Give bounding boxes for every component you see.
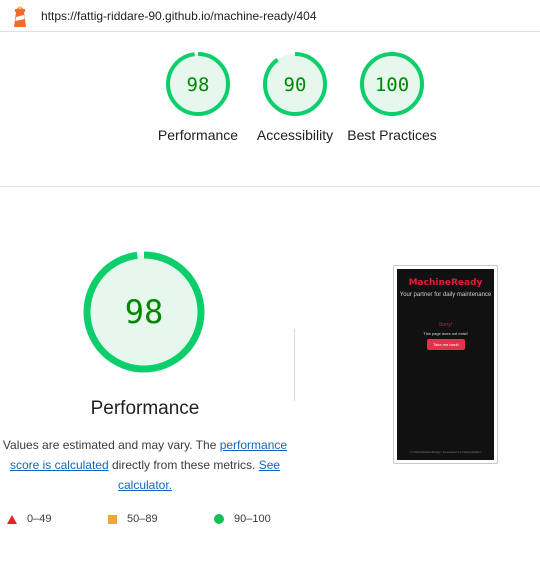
thumbnail-brand: MachineReady bbox=[408, 278, 483, 288]
best-practices-label: Best Practices bbox=[347, 127, 437, 143]
score-legend: 0–49 50–89 90–100 bbox=[0, 512, 290, 528]
performance-section: 98 Performance Values are estimated and … bbox=[0, 187, 540, 565]
lighthouse-icon bbox=[10, 4, 30, 28]
performance-gauge-ring: 98 bbox=[166, 52, 230, 116]
red-triangle-icon bbox=[7, 514, 17, 524]
performance-label: Performance bbox=[157, 127, 239, 143]
best-practices-score: 100 bbox=[375, 74, 409, 96]
accessibility-gauge-ring: 90 bbox=[263, 52, 327, 116]
legend-pass-label: 90–100 bbox=[234, 513, 271, 525]
thumbnail-page: MachineReady Your partner for daily main… bbox=[397, 269, 494, 460]
best-practices-summary-gauge[interactable]: 100 Best Practices bbox=[337, 51, 447, 145]
performance-summary-gauge[interactable]: 98 Performance bbox=[143, 51, 253, 145]
final-screenshot-thumbnail[interactable]: MachineReady Your partner for daily main… bbox=[393, 265, 498, 464]
performance-score: 98 bbox=[187, 74, 210, 96]
thumbnail-footer: © 2024 MachineReady | Developed by Fatti… bbox=[409, 450, 482, 454]
vertical-divider bbox=[294, 329, 295, 401]
accessibility-summary-gauge[interactable]: 90 Accessibility bbox=[240, 51, 350, 145]
legend-average: 50–89 bbox=[108, 513, 158, 525]
orange-square-icon bbox=[108, 514, 117, 524]
page-url[interactable]: https://fattig-riddare-90.github.io/mach… bbox=[41, 9, 317, 23]
best-practices-gauge-ring: 100 bbox=[360, 52, 424, 116]
green-circle-icon bbox=[214, 514, 224, 524]
description-text-1: Values are estimated and may vary. The bbox=[2, 438, 220, 452]
accessibility-score: 90 bbox=[284, 74, 307, 96]
performance-title: Performance bbox=[90, 398, 200, 419]
description-text-2: directly from these metrics. bbox=[108, 458, 259, 472]
legend-average-label: 50–89 bbox=[127, 513, 158, 525]
legend-fail: 0–49 bbox=[7, 513, 51, 525]
browser-address-bar: https://fattig-riddare-90.github.io/mach… bbox=[0, 0, 540, 32]
accessibility-label: Accessibility bbox=[256, 127, 334, 143]
thumbnail-back-button: Take me back! bbox=[427, 339, 465, 350]
thumbnail-message: This page does not exist! bbox=[423, 331, 468, 336]
thumbnail-tagline: Your partner for daily maintenance bbox=[399, 292, 492, 298]
score-summary: 98 Performance 90 Accessibility 100 Best… bbox=[0, 33, 540, 186]
legend-fail-label: 0–49 bbox=[27, 513, 52, 525]
thumbnail-sorry: Sorry! bbox=[438, 322, 453, 328]
performance-large-score: 98 bbox=[125, 293, 164, 331]
legend-pass: 90–100 bbox=[214, 513, 271, 525]
performance-description: Values are estimated and may vary. The p… bbox=[0, 435, 290, 495]
performance-large-gauge: 98 bbox=[83, 251, 205, 373]
